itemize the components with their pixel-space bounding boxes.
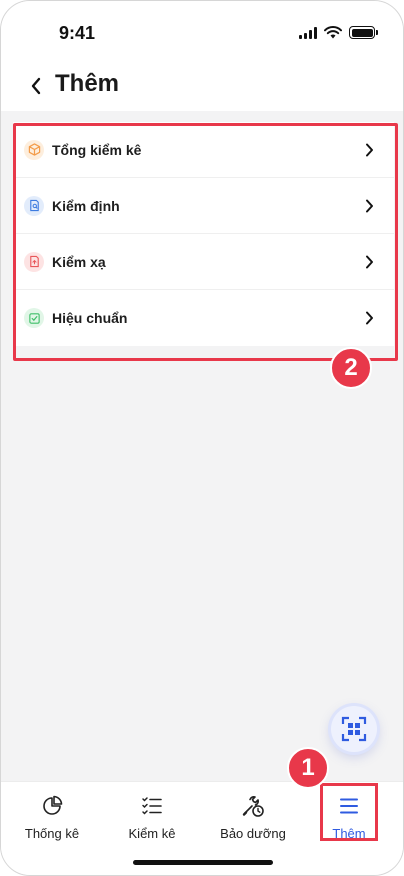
chevron-right-icon [362, 199, 376, 213]
menu-item-label: Hiệu chuẩn [52, 310, 128, 326]
step-badge-2: 2 [330, 347, 372, 389]
battery-icon [349, 26, 378, 39]
menu-item-kiem-xa[interactable]: Kiểm xạ [13, 234, 394, 290]
qr-scan-icon [341, 716, 367, 742]
chevron-right-icon [362, 255, 376, 269]
menu-item-kiem-dinh[interactable]: Kiểm định [13, 178, 394, 234]
home-indicator [133, 860, 273, 865]
qr-scan-button[interactable] [331, 706, 377, 752]
step-badge-1: 1 [287, 747, 329, 789]
menu-item-label: Kiểm định [52, 197, 120, 214]
cellular-signal-icon [299, 26, 317, 39]
more-menu-list: Tổng kiểm kê Kiểm định Kiểm xạ Hiệu chuẩ… [13, 122, 394, 346]
nav-item-them[interactable]: Thêm [304, 794, 394, 844]
box-icon [24, 139, 44, 160]
radiation-doc-icon [24, 251, 44, 272]
nav-label: Thống kê [24, 826, 80, 841]
status-bar: 9:41 [1, 1, 403, 63]
status-icons [299, 26, 378, 39]
menu-icon [337, 794, 361, 818]
chevron-right-icon [362, 143, 376, 157]
phone-screen: 9:41 Thêm Tổng kiểm kê Kiểm định Kiểm xạ… [0, 0, 404, 876]
chevron-right-icon [362, 311, 376, 325]
checklist-icon [140, 794, 164, 818]
page-title: Thêm [55, 70, 120, 97]
document-search-icon [24, 195, 44, 216]
chevron-left-icon [31, 77, 41, 95]
menu-item-label: Tổng kiểm kê [52, 141, 142, 158]
wrench-clock-icon [241, 794, 265, 818]
nav-label: Thêm [332, 826, 366, 841]
menu-item-hieu-chuan[interactable]: Hiệu chuẩn [13, 290, 394, 346]
status-time: 9:41 [59, 23, 96, 43]
nav-label: Kiểm kê [128, 826, 176, 841]
menu-item-label: Kiểm xạ [52, 253, 106, 270]
menu-item-tong-kiem-ke[interactable]: Tổng kiểm kê [13, 122, 394, 178]
pie-chart-icon [40, 794, 64, 818]
nav-item-bao-duong[interactable]: Bảo dưỡng [208, 794, 298, 844]
edit-check-icon [24, 308, 44, 328]
wifi-icon [324, 26, 342, 39]
nav-item-thong-ke[interactable]: Thống kê [7, 794, 97, 844]
nav-item-kiem-ke[interactable]: Kiểm kê [107, 794, 197, 844]
page-header: Thêm [1, 63, 403, 111]
nav-label: Bảo dưỡng [220, 826, 286, 841]
back-button[interactable] [25, 75, 47, 97]
